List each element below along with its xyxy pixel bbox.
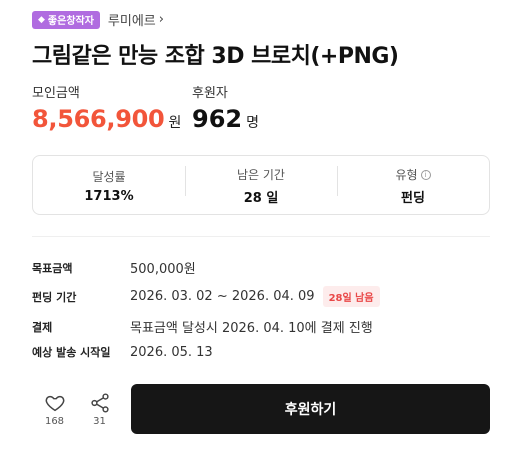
summary-value: 28 일: [243, 191, 279, 206]
remaining-days-badge: 28일 남음: [322, 286, 380, 307]
share-icon: [90, 392, 109, 413]
action-bar: 168 31 후원하기: [32, 384, 490, 434]
like-button[interactable]: 168: [32, 392, 77, 427]
detail-label: 결제: [32, 320, 53, 334]
header-meta: ◆ 좋은창작자 루미에르 ›: [32, 10, 164, 29]
amount-value: 8,566,900: [32, 105, 165, 133]
share-count: 31: [93, 415, 106, 427]
amount-stat: 모인금액 8,566,900 원: [32, 82, 181, 133]
badge-label: 좋은창작자: [47, 16, 94, 27]
support-button[interactable]: 후원하기: [131, 384, 490, 434]
good-creator-badge: ◆ 좋은창작자: [32, 10, 100, 29]
share-button[interactable]: 31: [77, 392, 122, 427]
project-title: 그림같은 만능 조합 3D 브로치(+PNG): [32, 44, 399, 69]
chevron-right-icon: ›: [158, 12, 164, 27]
creator-name: 루미에르: [107, 14, 156, 29]
detail-label: 목표금액: [32, 261, 73, 275]
detail-label: 예상 발송 시작일: [32, 346, 111, 359]
detail-payment: 결제 목표금액 달성시 2026. 04. 10에 결제 진행: [32, 317, 373, 337]
detail-label: 펀딩 기간: [32, 290, 77, 304]
summary-box: 달성률 1713% 남은 기간 28 일 유형 i 펀딩: [32, 155, 490, 215]
amount-unit: 원: [168, 115, 182, 131]
summary-label: 달성률: [92, 170, 126, 184]
backers-label: 후원자: [192, 86, 228, 101]
backers-unit: 명: [246, 115, 259, 131]
summary-type: 유형 i 펀딩: [337, 164, 489, 206]
detail-value: 2026. 05. 13: [130, 344, 213, 360]
summary-remaining: 남은 기간 28 일: [185, 164, 337, 206]
like-count: 168: [44, 415, 65, 427]
heart-icon: [45, 395, 64, 411]
backers-value: 962: [192, 105, 243, 133]
divider: [32, 236, 490, 237]
summary-value: 펀딩: [401, 191, 425, 206]
summary-value: 1713%: [84, 189, 134, 204]
backers-stat: 후원자 962 명: [192, 82, 259, 133]
detail-value: 2026. 03. 02 ~ 2026. 04. 09: [130, 289, 315, 304]
creator-link[interactable]: 루미에르 ›: [108, 10, 164, 29]
detail-value: 500,000원: [130, 262, 196, 277]
summary-label: 유형: [395, 168, 418, 182]
detail-period: 펀딩 기간 2026. 03. 02 ~ 2026. 04. 09 28일 남음: [32, 286, 380, 307]
summary-achievement: 달성률 1713%: [33, 166, 185, 204]
detail-value: 목표금액 달성시 2026. 04. 10에 결제 진행: [130, 321, 373, 336]
info-icon[interactable]: i: [420, 169, 431, 180]
amount-label: 모인금액: [32, 86, 80, 101]
summary-label: 남은 기간: [237, 168, 285, 182]
detail-goal: 목표금액 500,000원: [32, 258, 196, 278]
detail-delivery: 예상 발송 시작일 2026. 05. 13: [32, 344, 213, 360]
diamond-icon: ◆: [38, 14, 45, 25]
